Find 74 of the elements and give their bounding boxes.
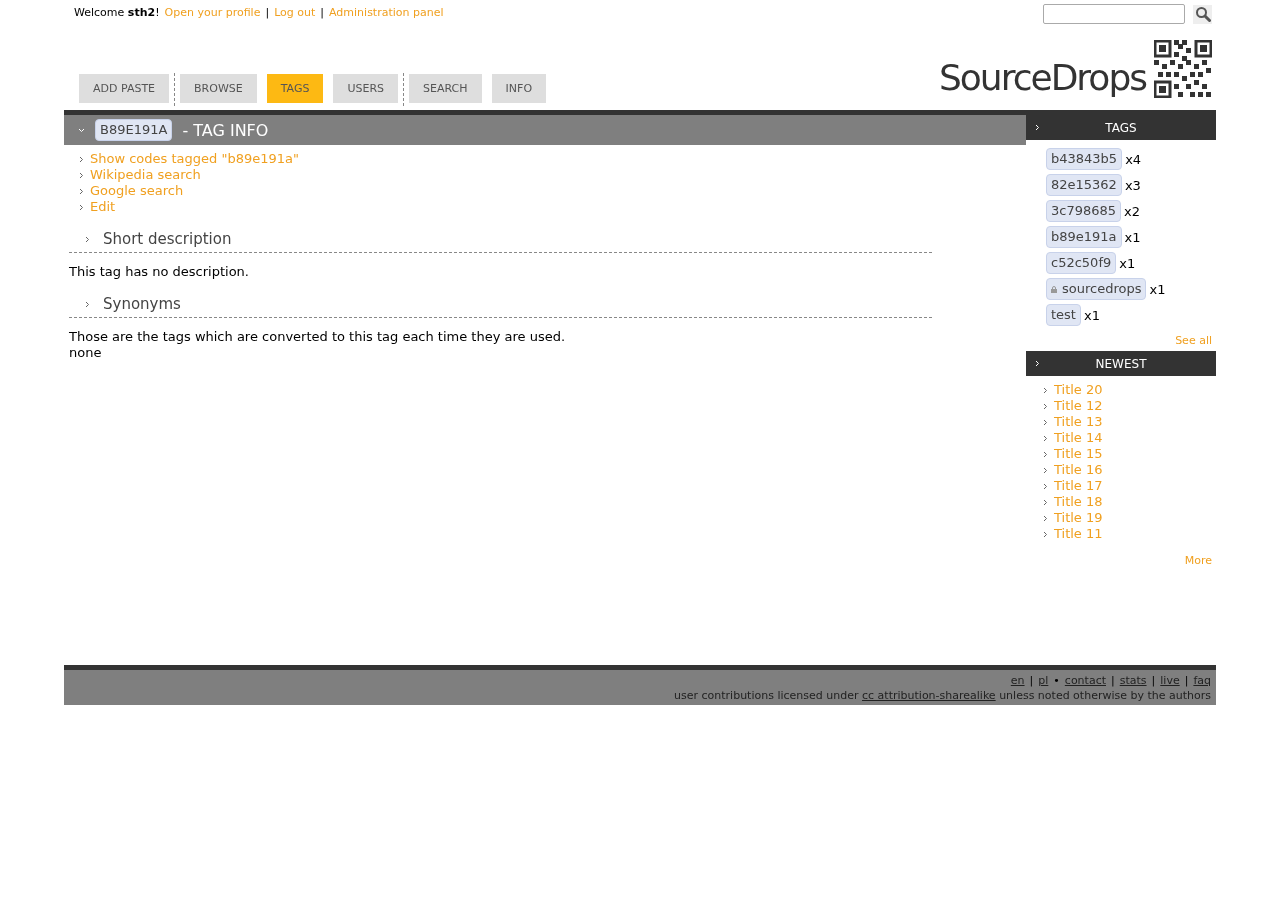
search-icon: [1194, 6, 1211, 22]
nav-tab[interactable]: INFO: [491, 74, 547, 103]
tag-label[interactable]: c52c50f9: [1046, 252, 1117, 274]
link[interactable]: Title 17: [1054, 478, 1103, 494]
link[interactable]: Administration panel: [329, 6, 444, 19]
separator: |: [1029, 673, 1034, 688]
tag-label[interactable]: 82e15362: [1046, 174, 1122, 196]
section-heading: Short description: [103, 230, 232, 248]
link[interactable]: Title 20: [1054, 382, 1103, 398]
chevron-right-icon: [1034, 124, 1041, 131]
link[interactable]: Title 15: [1054, 446, 1103, 462]
link[interactable]: stats: [1119, 673, 1147, 688]
search-button[interactable]: [1193, 4, 1212, 24]
chevron-right-icon: [84, 300, 91, 308]
tag-count: x1: [1124, 229, 1141, 245]
link[interactable]: Wikipedia search: [90, 167, 201, 183]
nav-tab[interactable]: BROWSE: [180, 74, 257, 103]
link[interactable]: en: [1010, 673, 1025, 688]
tag-count: x2: [1124, 203, 1140, 219]
welcome-text: Welcome sth2!: [74, 6, 160, 19]
license-text: user contributions licensed under cc attribution-sharealike unless noted otherwise by the authors: [673, 688, 1211, 703]
license-link[interactable]: cc attribution-sharealike: [862, 689, 996, 702]
tag-count: x3: [1124, 177, 1141, 193]
link[interactable]: Log out: [274, 6, 316, 19]
body-text: This tag has no description.: [68, 264, 250, 280]
tag-label[interactable]: b43843b5: [1046, 148, 1123, 170]
separator: |: [1111, 673, 1115, 688]
link[interactable]: Edit: [90, 199, 116, 215]
link[interactable]: Open your profile: [164, 6, 261, 19]
separator: |: [1151, 673, 1156, 688]
chevron-right-icon: [84, 235, 91, 243]
nav-tab[interactable]: ADD PASTE: [79, 74, 170, 103]
see-all-link[interactable]: See all: [1175, 334, 1212, 347]
box-title: NEWEST: [1094, 356, 1148, 371]
link[interactable]: Title 16: [1054, 462, 1103, 478]
more-link[interactable]: More: [1184, 554, 1212, 567]
qr-code-icon: [1154, 40, 1212, 98]
chevron-down-icon: [78, 126, 85, 134]
link[interactable]: Google search: [90, 183, 184, 199]
link[interactable]: Title 14: [1054, 430, 1103, 446]
page-title: - TAG INFO: [182, 120, 269, 140]
nav-tab[interactable]: SEARCH: [409, 74, 482, 103]
box-title: TAGS: [1104, 120, 1138, 135]
link[interactable]: Title 12: [1054, 398, 1103, 414]
link[interactable]: Show codes tagged "b89e191a": [90, 151, 299, 167]
tag-count: x1: [1083, 307, 1100, 323]
tag-label[interactable]: b89e191a: [1046, 226, 1122, 248]
link[interactable]: contact: [1064, 673, 1106, 688]
tag-label[interactable]: sourcedrops: [1046, 278, 1147, 300]
link[interactable]: pl: [1038, 673, 1049, 688]
link[interactable]: live: [1160, 673, 1180, 688]
body-text: Those are the tags which are converted to this tag each time they are used.: [68, 329, 567, 345]
chevron-right-icon: [1034, 360, 1041, 367]
link[interactable]: Title 11: [1054, 526, 1103, 542]
separator: •: [1053, 673, 1060, 688]
body-text: none: [68, 345, 103, 361]
nav-tab[interactable]: TAGS: [266, 74, 324, 103]
tag-label[interactable]: 3c798685: [1046, 200, 1122, 222]
separator: |: [1184, 673, 1189, 688]
separator: |: [265, 6, 270, 19]
search-field[interactable]: [1043, 4, 1185, 24]
tag-count: x1: [1119, 255, 1136, 271]
link[interactable]: faq: [1193, 673, 1211, 688]
link[interactable]: Title 13: [1054, 414, 1103, 430]
section-heading: Synonyms: [103, 295, 181, 313]
tag-count: x4: [1125, 151, 1142, 167]
logo-text: SourceDrops: [939, 58, 1146, 98]
tag-count: x1: [1149, 281, 1166, 297]
nav-tab[interactable]: USERS: [333, 74, 399, 103]
tag-label[interactable]: test: [1046, 304, 1081, 326]
tag-label[interactable]: B89E191A: [95, 119, 173, 141]
link[interactable]: Title 19: [1054, 510, 1103, 526]
separator: |: [320, 6, 324, 19]
link[interactable]: Title 18: [1054, 494, 1103, 510]
